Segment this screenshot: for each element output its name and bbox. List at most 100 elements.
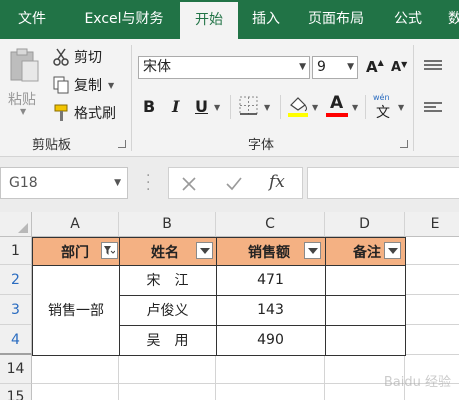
format-painter-button[interactable]: 格式刷 bbox=[52, 103, 116, 123]
borders-icon[interactable] bbox=[239, 96, 259, 116]
column-header-b[interactable]: B bbox=[119, 212, 216, 237]
cell[interactable] bbox=[216, 384, 325, 400]
tab-excel-finance[interactable]: Excel与财务 bbox=[72, 0, 176, 39]
ribbon-tab-bar: 文件 Excel与财务 开始 插入 页面布局 公式 数 bbox=[0, 0, 459, 39]
header-cell-department[interactable]: 部门 bbox=[32, 237, 120, 266]
align-left-icon[interactable] bbox=[423, 101, 443, 115]
notes-cell[interactable] bbox=[325, 325, 406, 356]
increase-font-size-button[interactable]: A▲ bbox=[366, 58, 384, 76]
paste-button[interactable]: 粘贴 ▼ bbox=[4, 45, 44, 116]
row-header-2[interactable]: 2 bbox=[0, 265, 32, 295]
group-divider bbox=[413, 45, 414, 151]
tab-home[interactable]: 开始 bbox=[180, 2, 238, 39]
header-cell-sales[interactable]: 销售额 bbox=[216, 237, 326, 266]
chevron-down-icon[interactable]: ▼ bbox=[398, 103, 404, 112]
italic-button[interactable]: I bbox=[172, 97, 179, 116]
filter-dropdown-button[interactable] bbox=[196, 242, 213, 259]
tab-formulas[interactable]: 公式 bbox=[384, 0, 432, 39]
header-name-label: 姓名 bbox=[151, 244, 179, 261]
row-header-15[interactable]: 15 bbox=[0, 384, 32, 400]
filter-funnel-icon bbox=[104, 246, 115, 255]
cell[interactable] bbox=[119, 384, 216, 400]
enter-check-icon[interactable] bbox=[225, 176, 243, 192]
header-sales-label: 销售额 bbox=[248, 244, 290, 261]
font-name-combo[interactable]: 宋体 ▼ bbox=[138, 56, 310, 79]
font-color-button[interactable]: A bbox=[326, 93, 348, 118]
cell[interactable] bbox=[32, 355, 119, 384]
tab-file[interactable]: 文件 bbox=[6, 0, 58, 39]
font-color-letter: A bbox=[330, 93, 344, 113]
chevron-down-icon[interactable]: ▼ bbox=[352, 103, 358, 112]
worksheet-grid[interactable]: A B C D E 1 2 3 4 14 15 部门 姓名 销售额 备注 销售一… bbox=[0, 212, 459, 400]
sales-cell[interactable]: 143 bbox=[216, 295, 326, 326]
filter-dropdown-button[interactable] bbox=[304, 242, 321, 259]
divider bbox=[230, 95, 231, 119]
grip-dots-icon: · · · bbox=[146, 168, 151, 198]
header-cell-name[interactable]: 姓名 bbox=[119, 237, 217, 266]
tab-insert[interactable]: 插入 bbox=[244, 0, 288, 39]
name-cell[interactable]: 宋 江 bbox=[119, 265, 217, 296]
font-name-value: 宋体 bbox=[143, 59, 171, 75]
sales-cell[interactable]: 471 bbox=[216, 265, 326, 296]
copy-button[interactable]: 复制 ▼ bbox=[52, 75, 114, 95]
clipboard-launcher-icon[interactable] bbox=[118, 140, 126, 148]
name-box[interactable]: G18 ▼ bbox=[0, 167, 128, 199]
notes-cell[interactable] bbox=[325, 265, 406, 296]
watermark: Baidu 经验 bbox=[383, 375, 451, 390]
cell[interactable] bbox=[405, 295, 459, 325]
copy-label: 复制 bbox=[74, 78, 102, 94]
tab-page-layout[interactable]: 页面布局 bbox=[298, 0, 374, 39]
ribbon-home: 粘贴 ▼ 剪切 复制 ▼ 格式刷 剪贴板 宋体 ▼ 9 ▼ A▲ A▼ B I … bbox=[0, 39, 459, 157]
font-launcher-icon[interactable] bbox=[400, 140, 408, 148]
merged-department-cell[interactable]: 销售一部 bbox=[32, 265, 120, 356]
formula-input[interactable] bbox=[307, 167, 459, 199]
name-cell[interactable]: 吴 用 bbox=[119, 325, 217, 356]
chevron-down-icon[interactable]: ▼ bbox=[114, 168, 121, 198]
font-size-combo[interactable]: 9 ▼ bbox=[312, 56, 358, 79]
decrease-font-size-button[interactable]: A▼ bbox=[391, 60, 407, 75]
notes-cell[interactable] bbox=[325, 295, 406, 326]
chevron-down-icon[interactable]: ▼ bbox=[264, 103, 270, 112]
phonetic-label: wén bbox=[373, 93, 390, 102]
column-header-e[interactable]: E bbox=[405, 212, 459, 237]
row-header-3[interactable]: 3 bbox=[0, 295, 32, 325]
phonetic-guide-button[interactable]: wén 文 bbox=[373, 93, 395, 121]
caret-down-icon: ▼ bbox=[401, 60, 408, 69]
underline-button[interactable]: U bbox=[195, 97, 208, 116]
header-cell-notes[interactable]: 备注 bbox=[325, 237, 406, 266]
insert-function-button[interactable]: fx bbox=[269, 172, 285, 192]
align-top-icon[interactable] bbox=[423, 59, 443, 73]
cell[interactable] bbox=[119, 355, 216, 384]
tab-data[interactable]: 数 bbox=[440, 0, 459, 39]
bold-button[interactable]: B bbox=[143, 97, 155, 116]
caret-up-icon: ▲ bbox=[377, 58, 384, 67]
row-header-14[interactable]: 14 bbox=[0, 355, 32, 384]
column-header-d[interactable]: D bbox=[325, 212, 405, 237]
row-header-4[interactable]: 4 bbox=[0, 325, 32, 355]
filter-active-button[interactable] bbox=[101, 242, 118, 259]
name-cell[interactable]: 卢俊义 bbox=[119, 295, 217, 326]
row-header-1[interactable]: 1 bbox=[0, 237, 32, 265]
cell[interactable] bbox=[32, 384, 119, 400]
sales-cell[interactable]: 490 bbox=[216, 325, 326, 356]
cut-button[interactable]: 剪切 bbox=[52, 47, 102, 67]
column-header-c[interactable]: C bbox=[216, 212, 325, 237]
fill-color-icon[interactable] bbox=[287, 94, 309, 118]
name-box-value: G18 bbox=[9, 175, 38, 191]
copy-icon bbox=[53, 76, 69, 94]
cancel-icon[interactable] bbox=[181, 176, 197, 192]
header-department-label: 部门 bbox=[61, 244, 89, 261]
cell[interactable] bbox=[405, 325, 459, 355]
chevron-down-icon bbox=[388, 248, 398, 254]
cell[interactable] bbox=[405, 265, 459, 295]
cell[interactable] bbox=[405, 237, 459, 265]
chevron-down-icon[interactable]: ▼ bbox=[214, 103, 220, 112]
chevron-down-icon: ▼ bbox=[20, 107, 27, 116]
chevron-down-icon: ▼ bbox=[347, 62, 354, 72]
column-header-a[interactable]: A bbox=[32, 212, 119, 237]
filter-dropdown-button[interactable] bbox=[384, 242, 401, 259]
select-all-button[interactable] bbox=[0, 212, 32, 237]
cell[interactable] bbox=[216, 355, 325, 384]
formula-bar: G18 ▼ · · · fx bbox=[0, 157, 459, 212]
chevron-down-icon[interactable]: ▼ bbox=[312, 103, 318, 112]
